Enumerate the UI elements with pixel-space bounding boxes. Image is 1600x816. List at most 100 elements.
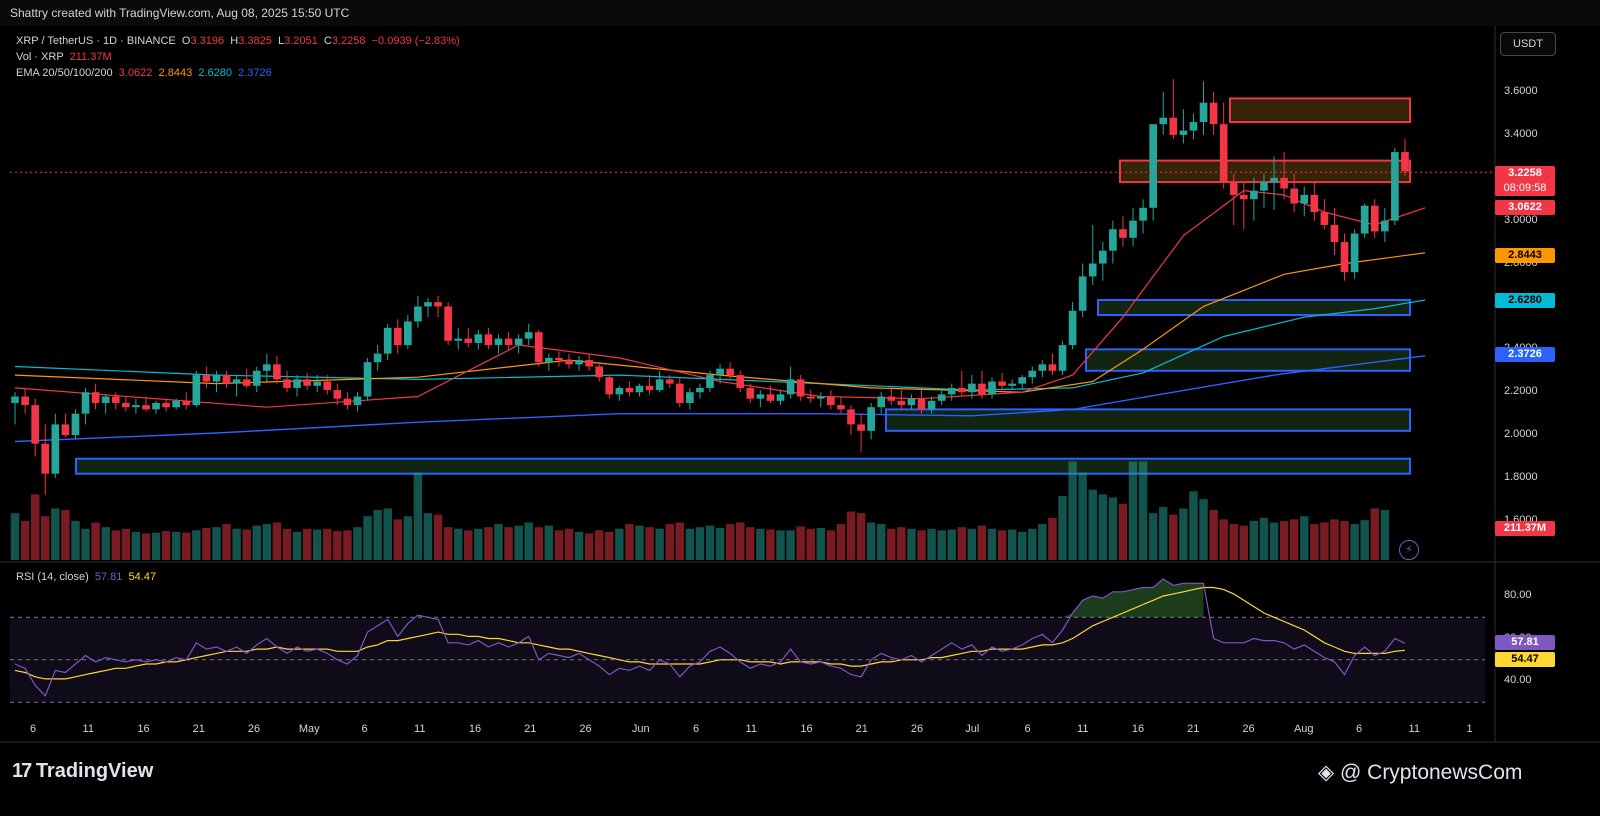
time-tick-label: 26 (247, 723, 261, 735)
volume-bar (202, 527, 211, 560)
candle-body (242, 379, 251, 386)
volume-bar (413, 472, 423, 560)
volume-bar (302, 528, 312, 560)
tradingview-brand: TradingView (35, 760, 154, 782)
candle-body (726, 368, 734, 376)
candle-body (1229, 182, 1238, 195)
candle-body (81, 392, 90, 414)
candle-body (172, 400, 181, 408)
volume-bar (1219, 519, 1228, 560)
candle-body (363, 362, 372, 397)
candle-body (1380, 220, 1389, 232)
volume-bar (907, 528, 916, 560)
volume-bar (464, 530, 473, 560)
candle-body (1179, 130, 1188, 135)
candle-body (615, 387, 624, 395)
volume-bar (625, 524, 634, 560)
volume-bar (474, 528, 483, 560)
candle-body (857, 424, 865, 431)
volume-bar (957, 527, 967, 560)
candle-body (716, 368, 724, 376)
volume-bar (1189, 491, 1198, 560)
candle-body (434, 302, 442, 307)
candle-body (766, 394, 775, 401)
volume-bar (806, 528, 815, 560)
volume-bar (1300, 516, 1309, 560)
volume-bar (594, 530, 604, 560)
volume-bar (927, 528, 936, 560)
volume-bar (977, 525, 987, 560)
candle-body (273, 364, 281, 380)
candle-body (71, 413, 80, 436)
candle-body (968, 383, 976, 393)
candle-body (393, 327, 402, 346)
candle-body (1159, 117, 1168, 125)
volume-bar (1159, 506, 1168, 560)
candle-body (1209, 102, 1218, 125)
volume-bar (131, 531, 141, 560)
rsi-tick-label: 40.00 (1504, 674, 1532, 686)
supply-zone (1119, 159, 1411, 184)
volume-bar (1249, 520, 1259, 560)
volume-bar (1169, 514, 1178, 560)
volume-bar (484, 527, 493, 560)
time-tick-label: 11 (82, 723, 94, 735)
volume-bar (393, 519, 402, 560)
volume-bar (51, 508, 60, 560)
volume-bar (746, 527, 755, 560)
candle-body (1330, 224, 1339, 243)
candle-body (1149, 124, 1157, 208)
time-tick-label: 1 (1466, 723, 1473, 735)
candle-body (182, 400, 191, 406)
candle-body (1199, 102, 1208, 123)
open-value: 3.3196 (190, 35, 225, 47)
candle-body (847, 409, 855, 425)
candle-body (675, 383, 684, 403)
candle-body (524, 332, 533, 339)
volume-bar (534, 527, 544, 560)
currency-button[interactable]: USDT (1500, 32, 1556, 56)
candle-body (192, 375, 201, 406)
candle-body (625, 387, 634, 393)
candle-body (1048, 364, 1057, 371)
candle-body (444, 306, 452, 341)
time-tick-label: 16 (137, 723, 150, 735)
candle-body (464, 338, 473, 343)
price-tick-label: 3.0000 (1504, 213, 1538, 226)
time-tick-label: May (298, 723, 320, 735)
candle-body (142, 405, 150, 410)
candle-body (293, 379, 301, 388)
time-tick-label: Aug (1293, 723, 1314, 735)
volume-bar (866, 522, 876, 560)
candle-body (806, 396, 815, 399)
time-tick-label: Jun (631, 723, 650, 735)
time-tick-label: 11 (1408, 723, 1420, 735)
volume-bar (61, 510, 70, 560)
volume-bar (1320, 522, 1329, 560)
candle-body (1129, 220, 1137, 238)
rsi-value: 57.81 (94, 571, 123, 583)
candle-body (132, 405, 140, 408)
time-tick-label: 6 (361, 723, 368, 735)
candle-body (665, 379, 674, 384)
volume-bar (786, 530, 795, 560)
candle-body (605, 377, 614, 395)
candle-body (937, 394, 946, 401)
volume-bar (1269, 522, 1279, 560)
candle-body (786, 379, 795, 395)
volume-bar (1259, 517, 1269, 560)
volume-bar (1209, 510, 1218, 560)
lightning-icon[interactable]: ⚡ (1399, 540, 1419, 560)
change-value: −0.0939 (−2.83%) (371, 35, 460, 47)
time-tick-label: 16 (1131, 723, 1145, 735)
time-tick-label: 6 (1355, 723, 1363, 735)
candle-body (1068, 310, 1077, 346)
candle-body (696, 387, 704, 393)
candle-body (61, 424, 70, 436)
volume-price-tag: 211.37M (1495, 521, 1555, 536)
volume-bar (1098, 494, 1108, 560)
candle-body (1310, 194, 1319, 213)
candle-body (101, 396, 110, 403)
volume-bar (1028, 528, 1037, 560)
price-chart[interactable] (0, 0, 1600, 760)
